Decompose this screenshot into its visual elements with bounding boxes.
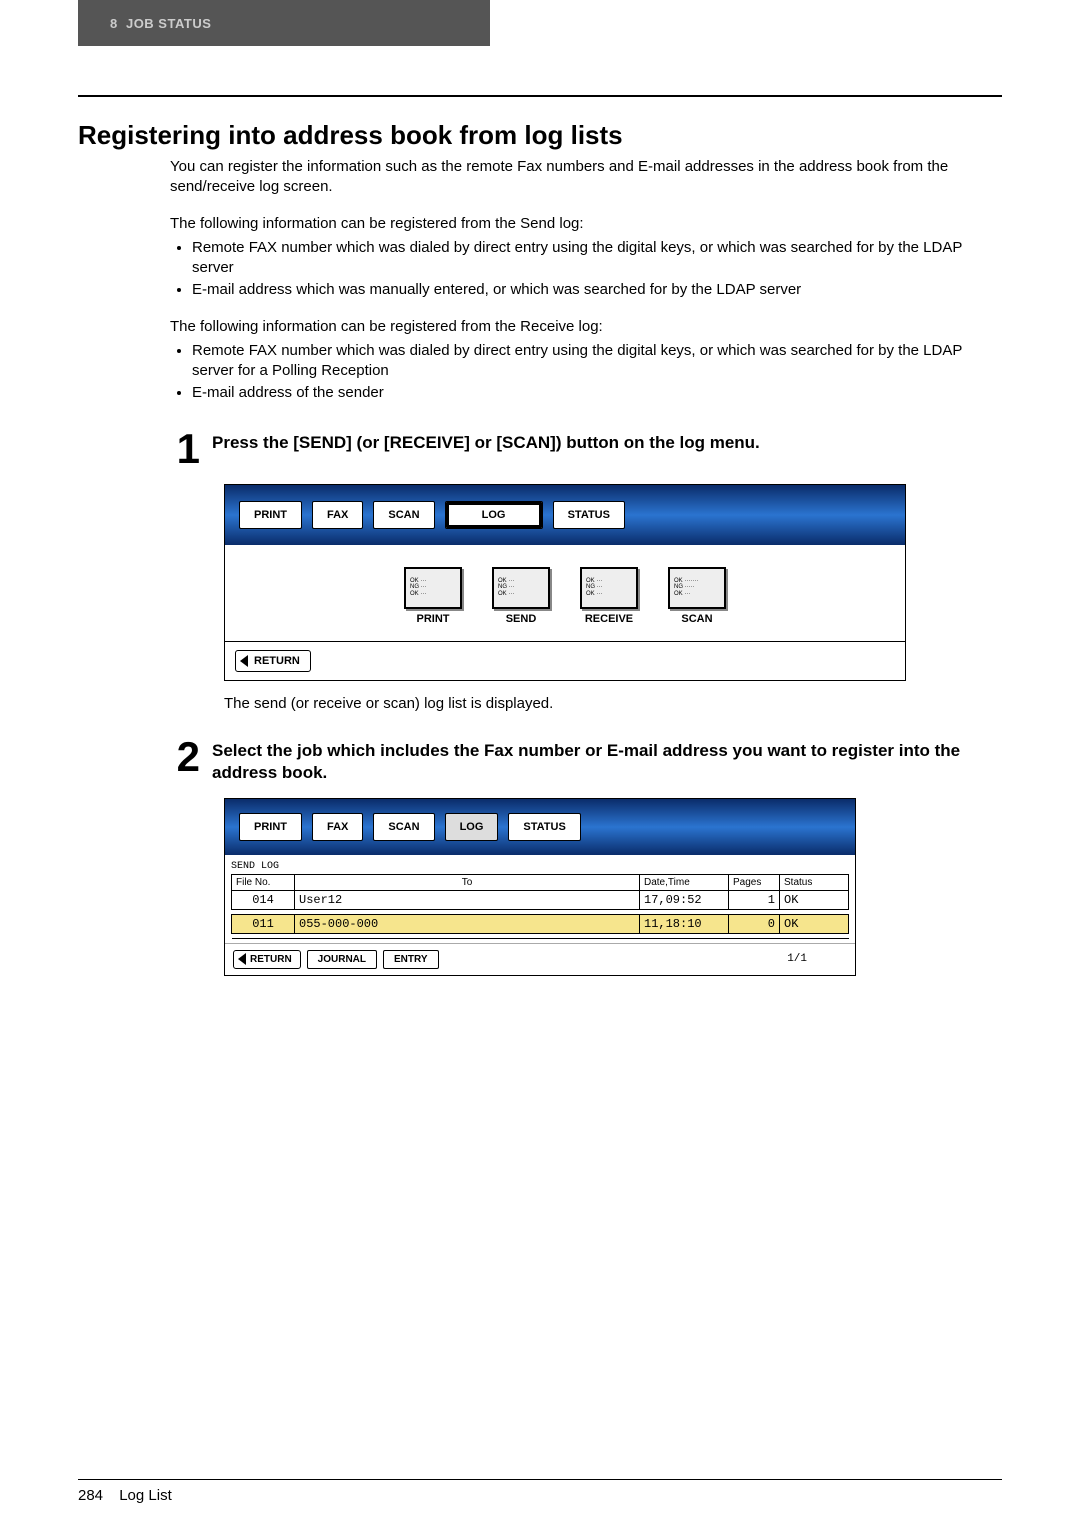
step-1-followup: The send (or receive or scan) log list i… bbox=[224, 695, 1002, 712]
col-datetime: Date,Time bbox=[640, 874, 729, 890]
table-row-ghost bbox=[232, 933, 849, 938]
panel2-bottom-bar: RETURN JOURNAL ENTRY 1/1 bbox=[225, 943, 855, 975]
tab2-print[interactable]: PRINT bbox=[239, 813, 302, 841]
log-menu-panel: PRINT FAX SCAN LOG STATUS OK ···NG ···OK… bbox=[224, 484, 906, 681]
col-to: To bbox=[295, 874, 640, 890]
send-log-panel: PRINT FAX SCAN LOG STATUS SEND LOG File … bbox=[224, 798, 856, 976]
tab2-fax[interactable]: FAX bbox=[312, 813, 363, 841]
log-type-receive-label: RECEIVE bbox=[585, 613, 633, 625]
cell-datetime: 11,18:10 bbox=[640, 914, 729, 933]
tab2-status[interactable]: STATUS bbox=[508, 813, 580, 841]
step-1-number: 1 bbox=[170, 428, 200, 470]
tab-print[interactable]: PRINT bbox=[239, 501, 302, 529]
col-file: File No. bbox=[232, 874, 295, 890]
receive-icon: OK ···NG ···OK ··· bbox=[580, 567, 638, 609]
log-table: File No. To Date,Time Pages Status 014 U… bbox=[231, 874, 849, 939]
intro-p2: The following information can be registe… bbox=[170, 214, 1002, 234]
step-2: 2 Select the job which includes the Fax … bbox=[170, 736, 1002, 784]
col-status: Status bbox=[780, 874, 849, 890]
log-type-area: OK ···NG ···OK ··· PRINT OK ···NG ···OK … bbox=[225, 545, 905, 641]
cell-status: OK bbox=[780, 890, 849, 909]
recv-bullet-2: E-mail address of the sender bbox=[192, 383, 1002, 403]
tab-status[interactable]: STATUS bbox=[553, 501, 625, 529]
step-2-number: 2 bbox=[170, 736, 200, 778]
log-type-send-label: SEND bbox=[506, 613, 537, 625]
page-count: 1/1 bbox=[787, 953, 807, 965]
panel-bottom-bar: RETURN bbox=[225, 641, 905, 680]
tab2-log[interactable]: LOG bbox=[445, 813, 499, 841]
recv-log-bullets: Remote FAX number which was dialed by di… bbox=[170, 341, 1002, 404]
log-table-header: File No. To Date,Time Pages Status bbox=[232, 874, 849, 890]
log-type-print-label: PRINT bbox=[417, 613, 450, 625]
recv-bullet-1: Remote FAX number which was dialed by di… bbox=[192, 341, 1002, 382]
chapter-header-text: 8 JOB STATUS bbox=[110, 16, 211, 31]
send-icon: OK ···NG ···OK ··· bbox=[492, 567, 550, 609]
cell-datetime: 17,09:52 bbox=[640, 890, 729, 909]
send-bullet-1: Remote FAX number which was dialed by di… bbox=[192, 238, 1002, 279]
intro-p1: You can register the information such as… bbox=[170, 157, 1002, 198]
entry-button[interactable]: ENTRY bbox=[383, 950, 439, 969]
log-type-scan[interactable]: OK ·······NG ·····OK ··· SCAN bbox=[668, 567, 726, 625]
send-log-body: SEND LOG File No. To Date,Time Pages Sta… bbox=[225, 855, 855, 943]
send-bullet-2: E-mail address which was manually entere… bbox=[192, 280, 1002, 300]
cell-file: 011 bbox=[232, 914, 295, 933]
step-1-text: Press the [SEND] (or [RECEIVE] or [SCAN]… bbox=[212, 428, 760, 454]
step-1: 1 Press the [SEND] (or [RECEIVE] or [SCA… bbox=[170, 428, 1002, 470]
return-button-2[interactable]: RETURN bbox=[233, 950, 301, 969]
log-type-scan-label: SCAN bbox=[681, 613, 712, 625]
footer-rule bbox=[78, 1479, 1002, 1480]
panel2-tab-bar: PRINT FAX SCAN LOG STATUS bbox=[225, 799, 855, 855]
print-icon: OK ···NG ···OK ··· bbox=[404, 567, 462, 609]
cell-to: User12 bbox=[295, 890, 640, 909]
log-type-send[interactable]: OK ···NG ···OK ··· SEND bbox=[492, 567, 550, 625]
cell-to: 055-000-000 bbox=[295, 914, 640, 933]
col-pages: Pages bbox=[729, 874, 780, 890]
cell-pages: 1 bbox=[729, 890, 780, 909]
chapter-header-tab: 8 JOB STATUS bbox=[78, 0, 490, 46]
return-button[interactable]: RETURN bbox=[235, 650, 311, 672]
footer-title: Log List bbox=[119, 1487, 172, 1504]
tab2-scan[interactable]: SCAN bbox=[373, 813, 434, 841]
section-title: Registering into address book from log l… bbox=[78, 120, 1002, 151]
table-row[interactable]: 014 User12 17,09:52 1 OK bbox=[232, 890, 849, 909]
cell-pages: 0 bbox=[729, 914, 780, 933]
log-type-receive[interactable]: OK ···NG ···OK ··· RECEIVE bbox=[580, 567, 638, 625]
header-rule bbox=[78, 95, 1002, 97]
tab-fax[interactable]: FAX bbox=[312, 501, 363, 529]
cell-file: 014 bbox=[232, 890, 295, 909]
send-log-bullets: Remote FAX number which was dialed by di… bbox=[170, 238, 1002, 301]
step-2-text: Select the job which includes the Fax nu… bbox=[212, 736, 1002, 784]
page-number: 284 bbox=[78, 1487, 103, 1504]
panel-tab-bar: PRINT FAX SCAN LOG STATUS bbox=[225, 485, 905, 545]
send-log-label: SEND LOG bbox=[231, 859, 849, 874]
tab-scan[interactable]: SCAN bbox=[373, 501, 434, 529]
tab-log[interactable]: LOG bbox=[445, 501, 543, 529]
cell-status: OK bbox=[780, 914, 849, 933]
table-row-selected[interactable]: 011 055-000-000 11,18:10 0 OK bbox=[232, 914, 849, 933]
journal-button[interactable]: JOURNAL bbox=[307, 950, 377, 969]
intro-p3: The following information can be registe… bbox=[170, 317, 1002, 337]
footer: 284 Log List bbox=[78, 1487, 172, 1504]
scan-icon: OK ·······NG ·····OK ··· bbox=[668, 567, 726, 609]
intro-block: You can register the information such as… bbox=[170, 157, 1002, 404]
log-type-print[interactable]: OK ···NG ···OK ··· PRINT bbox=[404, 567, 462, 625]
